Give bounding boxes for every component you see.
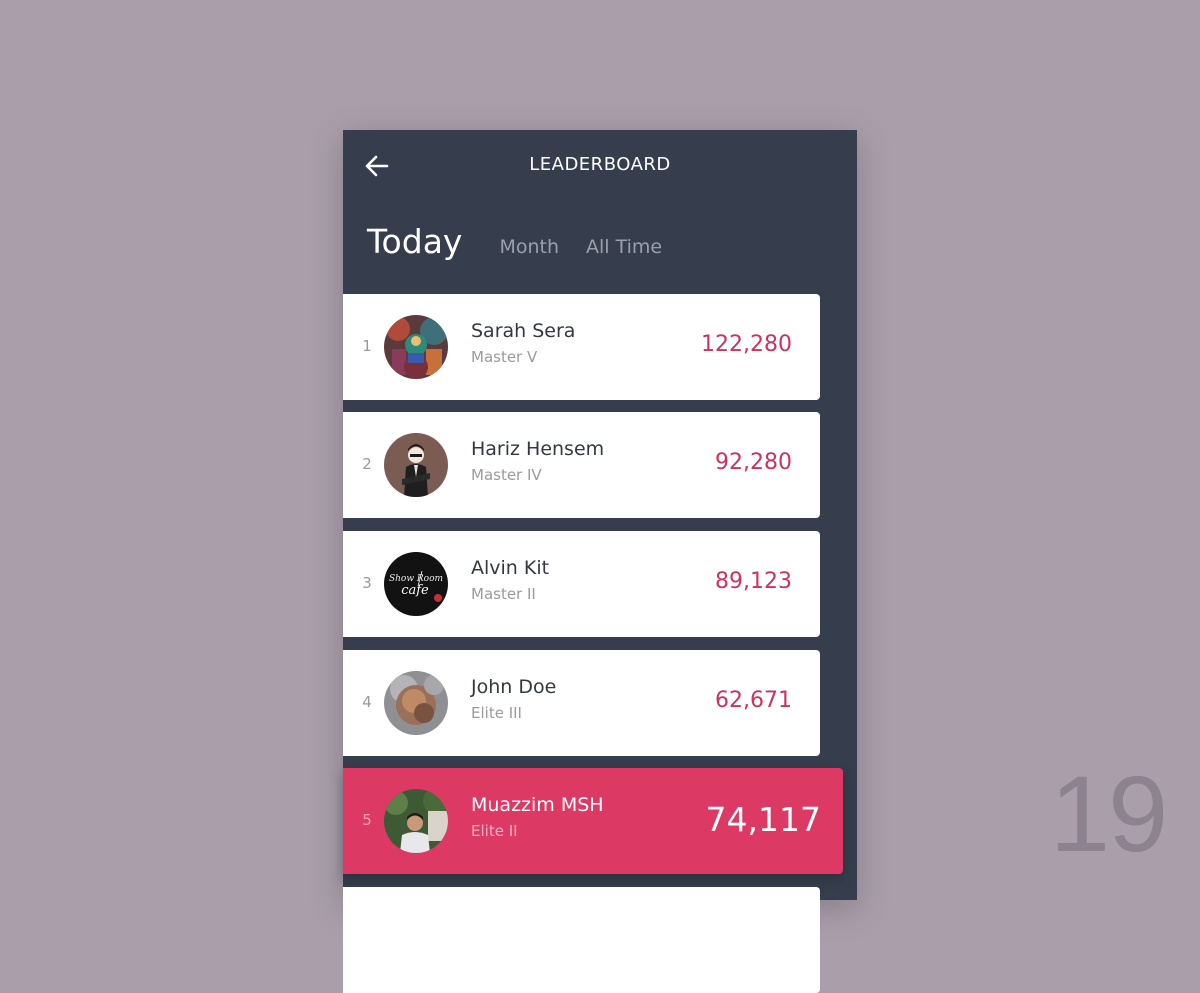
avatar — [384, 789, 448, 853]
tab-today[interactable]: Today — [367, 222, 462, 261]
player-name: Sarah Sera — [471, 320, 576, 342]
player-level: Elite III — [471, 704, 522, 722]
svg-text:cafe: cafe — [401, 583, 429, 598]
avatar — [384, 315, 448, 379]
player-score: 122,280 — [701, 332, 792, 357]
avatar — [384, 671, 448, 735]
leaderboard-row[interactable]: 1 Sarah Sera Master V 122,280 — [343, 294, 820, 400]
player-score: 89,123 — [715, 569, 792, 594]
app-header: LEADERBOARD — [343, 130, 857, 202]
leaderboard-row[interactable]: 2 Hariz Hensem Master IV 92,280 — [343, 412, 820, 518]
player-score: 92,280 — [715, 450, 792, 475]
tab-month[interactable]: Month — [499, 236, 559, 258]
leaderboard-row-current-user[interactable]: 5 Muazzim MSH Elite II 74,117 — [343, 768, 843, 874]
rank-number: 3 — [362, 574, 372, 592]
leaderboard-row[interactable]: 4 John Doe Elite III 62,671 — [343, 650, 820, 756]
player-level: Master V — [471, 348, 538, 366]
leaderboard-row[interactable]: 3 Show Room cafe Alvin Kit Master II 89,… — [343, 531, 820, 637]
avatar — [384, 433, 448, 497]
leaderboard-row-partial[interactable] — [343, 887, 820, 993]
player-level: Master II — [471, 585, 536, 603]
leaderboard-screen: LEADERBOARD Today Month All Time 1 Sarah… — [343, 130, 857, 993]
rank-number: 4 — [362, 693, 372, 711]
rank-number: 1 — [362, 337, 372, 355]
period-tabs: Today Month All Time — [367, 222, 689, 272]
tab-all-time[interactable]: All Time — [586, 236, 662, 258]
page-number: 19 — [1050, 753, 1168, 874]
player-name: Hariz Hensem — [471, 438, 605, 460]
player-name: John Doe — [471, 676, 557, 698]
rank-number: 2 — [362, 455, 372, 473]
player-score: 74,117 — [705, 800, 821, 839]
player-name: Muazzim MSH — [471, 794, 604, 816]
player-name: Alvin Kit — [471, 557, 550, 579]
avatar-logo: Show Room cafe — [384, 552, 448, 616]
page-title: LEADERBOARD — [529, 154, 671, 175]
player-score: 62,671 — [715, 688, 792, 713]
player-level: Master IV — [471, 466, 542, 484]
rank-number: 5 — [362, 811, 372, 829]
player-level: Elite II — [471, 822, 518, 840]
